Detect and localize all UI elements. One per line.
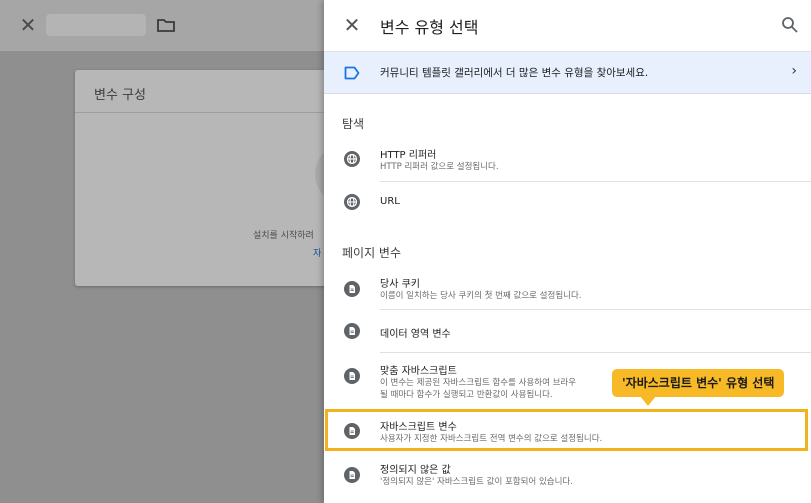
tag-icon — [344, 65, 360, 80]
variable-type-undefined-value[interactable]: 정의되지 않은 값 '정의되지 않은' 자바스크립트 값이 포함되어 있습니다. — [324, 452, 811, 496]
variable-type-first-party-cookie[interactable]: 당사 쿠키 이름이 일치하는 당사 쿠키의 첫 번째 값으로 설정됩니다. — [324, 268, 811, 310]
background-app: ✕ 변수 구성 설치를 시작하려 자 — [0, 0, 375, 503]
section-title-explore: 탐색 — [342, 117, 365, 131]
item-description: '정의되지 않은' 자바스크립트 값이 포함되어 있습니다. — [380, 477, 573, 487]
chevron-right-icon: › — [791, 63, 797, 79]
variable-name-field — [46, 14, 146, 36]
document-icon — [344, 323, 360, 339]
card-link: 자 — [313, 249, 322, 259]
panel-header: ✕ 변수 유형 선택 — [324, 0, 811, 52]
selection-highlight — [325, 409, 808, 451]
item-title: 데이터 영역 변수 — [380, 329, 451, 340]
community-gallery-banner[interactable]: 커뮤니티 템플릿 갤러리에서 더 많은 변수 유형을 찾아보세요. › — [324, 52, 811, 94]
banner-text: 커뮤니티 템플릿 갤러리에서 더 많은 변수 유형을 찾아보세요. — [380, 67, 649, 79]
variable-type-panel: ✕ 변수 유형 선택 커뮤니티 템플릿 갤러리에서 더 많은 변수 유형을 찾아… — [324, 0, 811, 503]
item-description-line2: 될 때마다 함수가 실행되고 반환값이 사용됩니다. — [380, 390, 553, 400]
item-title: 맞춤 자바스크립트 — [380, 366, 457, 377]
folder-icon — [156, 15, 176, 35]
variable-type-data-layer-variable[interactable]: 데이터 영역 변수 — [324, 310, 811, 353]
card-title: 변수 구성 — [94, 88, 146, 103]
callout-tail — [640, 396, 656, 406]
item-title: HTTP 리퍼러 — [380, 150, 437, 161]
document-icon — [344, 467, 360, 483]
panel-title: 변수 유형 선택 — [380, 18, 479, 37]
item-description: HTTP 리퍼러 값으로 설정됩니다. — [380, 162, 499, 172]
item-title: 당사 쿠키 — [380, 279, 420, 290]
variable-type-url[interactable]: URL — [324, 182, 811, 222]
item-description: 이 변수는 제공된 자바스크립트 함수를 사용하여 브라우 — [380, 378, 577, 388]
globe-icon — [344, 151, 360, 167]
item-description: 이름이 일치하는 당사 쿠키의 첫 번째 값으로 설정됩니다. — [380, 291, 582, 301]
document-icon — [344, 281, 360, 297]
card-hint-text: 설치를 시작하려 — [253, 231, 314, 241]
close-icon: ✕ — [19, 13, 37, 37]
variable-type-http-referrer[interactable]: HTTP 리퍼러 HTTP 리퍼러 값으로 설정됩니다. — [324, 140, 811, 182]
item-title: 정의되지 않은 값 — [380, 465, 451, 476]
close-icon[interactable]: ✕ — [340, 13, 364, 37]
document-icon — [344, 368, 360, 384]
search-icon[interactable] — [781, 16, 799, 34]
divider — [75, 112, 335, 113]
globe-icon — [344, 194, 360, 210]
annotation-callout: '자바스크립트 변수' 유형 선택 — [612, 369, 785, 397]
variable-config-card: 변수 구성 설치를 시작하려 자 — [75, 70, 375, 286]
section-title-page-variables: 페이지 변수 — [342, 246, 402, 260]
background-topbar: ✕ — [0, 0, 324, 51]
item-title: URL — [380, 196, 400, 207]
